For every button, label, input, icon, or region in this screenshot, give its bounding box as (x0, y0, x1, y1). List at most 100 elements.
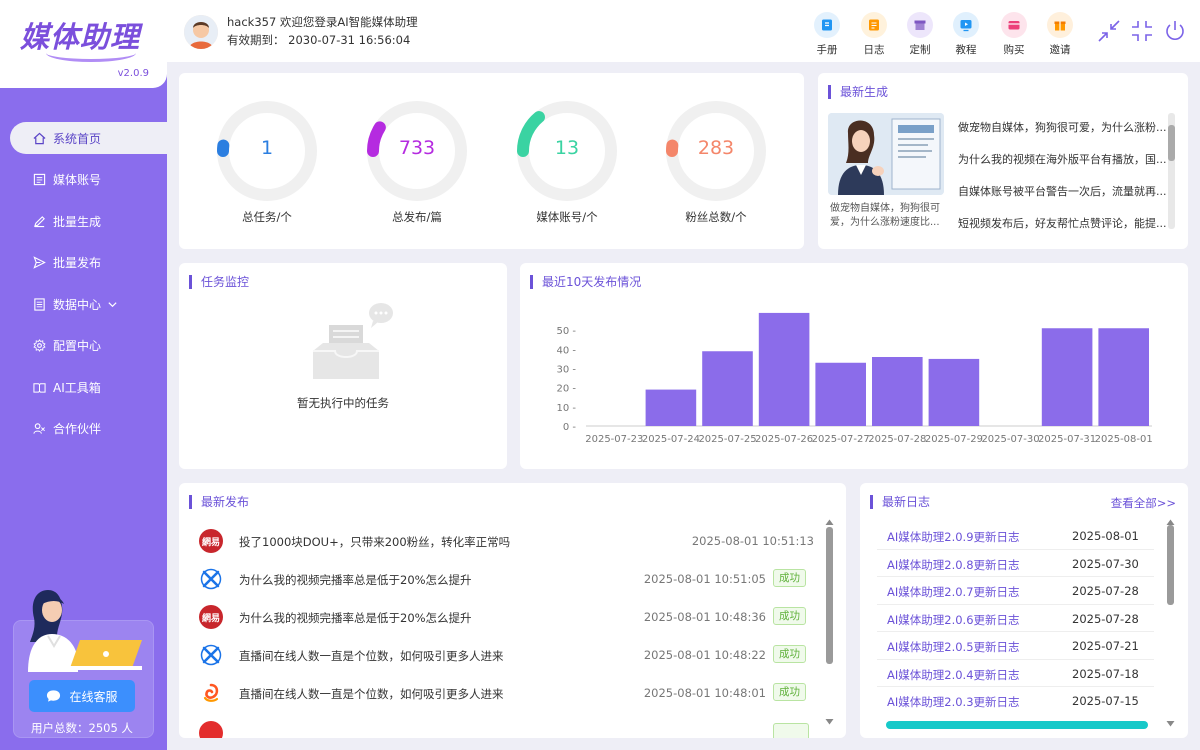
sidebar-item-data-center[interactable]: 数据中心 (10, 288, 167, 320)
publish-title: 为什么我的视频完播率总是低于20%怎么提升 (239, 611, 472, 625)
sidebar-item-label: 配置中心 (53, 339, 102, 353)
sidebar-item-media-accounts[interactable]: 媒体账号 (10, 164, 167, 196)
card-title: 任务监控 (189, 275, 249, 289)
log-date: 2025-07-15 (1072, 694, 1139, 708)
chart-bar (872, 357, 923, 426)
publish-chart-card: 最近10天发布情况 0 -10 -20 -30 -40 -50 -2025-07… (520, 263, 1188, 469)
publish-row[interactable]: 直播间在线人数一直是个位数，如何吸引更多人进来 2025-08-01 10:48… (199, 675, 814, 713)
stat-value: 733 (398, 137, 436, 159)
stat-label: 媒体账号/个 (536, 210, 598, 224)
latest-item[interactable]: 为什么我的视频在海外版平台有播放，国... (958, 151, 1168, 183)
sidebar-item-label: 合作伙伴 (53, 422, 102, 436)
log-row[interactable]: AI媒体助理2.0.9更新日志 2025-08-01 (877, 522, 1154, 550)
stat-total-tasks: 1 总任务/个 (212, 101, 322, 227)
view-all-link[interactable]: 查看全部>> (1111, 495, 1176, 511)
chart-bar (645, 389, 697, 426)
latest-generated-card: 最新生成 做宠物自媒体，狗狗很可爱，为什么涨粉速度比... 做宠物自媒体，狗狗很… (818, 73, 1188, 249)
shrink-icon[interactable] (1129, 18, 1155, 44)
log-row[interactable]: AI媒体助理2.0.8更新日志 2025-07-30 (877, 550, 1154, 577)
scroll-down-arrow-icon[interactable] (1166, 717, 1175, 727)
stat-label: 总发布/篇 (392, 210, 442, 224)
log-row[interactable]: AI媒体助理2.0.6更新日志 2025-07-28 (877, 605, 1154, 632)
scroll-up-arrow-icon[interactable] (1166, 515, 1175, 525)
chart-bar (758, 312, 810, 426)
stats-card: 1 总任务/个 733 总发布/篇 13 媒体账号/个 283 粉丝总数/个 (179, 73, 804, 249)
sidebar-item-ai-toolbox[interactable]: AI工具箱 (10, 371, 167, 403)
publish-row[interactable]: 直播间在线人数一直是个位数，如何吸引更多人进来 2025-08-01 10:48… (199, 637, 814, 675)
scroll-up-arrow-icon[interactable] (825, 515, 834, 525)
stat-value: 13 (554, 137, 580, 159)
scroll-thumb[interactable] (826, 527, 833, 664)
welcome-text: hack357 欢迎您登录AI智能媒体助理 (227, 15, 418, 29)
stat-total-posts: 733 总发布/篇 (362, 101, 472, 227)
publish-scrollbar[interactable] (826, 527, 833, 715)
card-title: 最新日志 (870, 495, 930, 509)
latest-scrollbar[interactable] (1168, 113, 1175, 229)
partner-icon (32, 422, 46, 436)
scroll-thumb[interactable] (1168, 125, 1175, 161)
publish-title: 直播间在线人数一直是个位数，如何吸引更多人进来 (239, 687, 504, 701)
log-name: AI媒体助理2.0.6更新日志 (887, 612, 1020, 627)
x-tick-label: 2025-07-24 (642, 434, 700, 445)
netease-icon: 網易 (199, 529, 223, 553)
status-badge-partial (773, 723, 809, 738)
publish-time: 2025-08-01 10:48:01 (643, 686, 766, 700)
toolbar-tutorial-button[interactable]: 教程 (946, 12, 986, 57)
logs-scrollbar[interactable] (1167, 525, 1174, 715)
publish-bar-chart: 0 -10 -20 -30 -40 -50 -2025-07-232025-07… (556, 312, 1153, 445)
chevron-down-icon (107, 299, 118, 310)
log-row[interactable]: AI媒体助理2.0.7更新日志 2025-07-28 (877, 577, 1154, 605)
toolbar-manual-button[interactable]: 手册 (807, 12, 847, 57)
log-name: AI媒体助理2.0.4更新日志 (887, 667, 1020, 682)
user-avatar[interactable] (184, 15, 218, 49)
sidebar-item-batch-publish[interactable]: 批量发布 (10, 247, 167, 279)
sidebar-item-batch-generate[interactable]: 批量生成 (10, 205, 167, 237)
latest-item[interactable]: 做宠物自媒体，狗狗很可爱，为什么涨粉... (958, 119, 1168, 151)
chat-icon (46, 689, 61, 703)
power-icon[interactable] (1162, 18, 1188, 44)
home-icon (32, 131, 46, 145)
scroll-thumb[interactable] (1167, 525, 1174, 605)
status-badge: 成功 (773, 683, 806, 701)
sidebar-item-config-center[interactable]: 配置中心 (10, 330, 167, 362)
latest-item[interactable]: 短视频发布后，好友帮忙点赞评论，能提... (958, 215, 1168, 247)
latest-item[interactable]: 自媒体账号被平台警告一次后，流量就再... (958, 183, 1168, 215)
log-row[interactable]: AI媒体助理2.0.4更新日志 2025-07-18 (877, 660, 1154, 687)
twist-logo-icon (199, 643, 223, 667)
publish-row[interactable]: 網易 为什么我的视频完播率总是低于20%怎么提升 2025-08-01 10:4… (199, 599, 814, 637)
online-support-label: 在线客服 (69, 689, 118, 704)
toolbar-invite-button[interactable]: 邀请 (1040, 12, 1080, 57)
sidebar-item-partners[interactable]: 合作伙伴 (10, 413, 167, 445)
log-icon (861, 12, 887, 38)
toolbar-custom-button[interactable]: 定制 (900, 12, 940, 57)
publish-row[interactable]: 为什么我的视频完播率总是低于20%怎么提升 2025-08-01 10:51:0… (199, 561, 814, 599)
logo-swoosh (46, 44, 136, 62)
x-tick-label: 2025-07-25 (698, 434, 756, 445)
log-date: 2025-07-28 (1072, 584, 1139, 598)
top-header: hack357 欢迎您登录AI智能媒体助理 有效期到： 2030-07-31 1… (167, 0, 1200, 62)
stat-media-accounts: 13 媒体账号/个 (512, 101, 622, 227)
netease-icon: 網易 (199, 605, 223, 629)
log-date: 2025-07-18 (1072, 666, 1139, 681)
publish-title: 直播间在线人数一直是个位数，如何吸引更多人进来 (239, 649, 504, 663)
account-card-icon (32, 173, 46, 187)
collapse-icon[interactable] (1096, 18, 1122, 44)
empty-task-text: 暂无执行中的任务 (297, 396, 389, 410)
log-date: 2025-08-01 (1072, 529, 1139, 543)
log-date: 2025-07-21 (1072, 639, 1139, 653)
sidebar-item-label: AI工具箱 (53, 380, 101, 395)
scroll-down-arrow-icon[interactable] (825, 715, 834, 725)
y-tick-label: 10 - (556, 403, 576, 414)
expire-text: 有效期到： 2030-07-31 16:56:04 (227, 33, 411, 47)
log-row[interactable]: AI媒体助理2.0.5更新日志 2025-07-21 (877, 632, 1154, 660)
log-name: AI媒体助理2.0.8更新日志 (887, 557, 1020, 572)
log-name: AI媒体助理2.0.7更新日志 (887, 585, 1020, 599)
sidebar-item-home[interactable]: 系统首页 (10, 122, 167, 154)
toolbar-purchase-button[interactable]: 购买 (994, 12, 1034, 57)
latest-thumbnail[interactable] (828, 113, 944, 195)
sidebar: 媒体助理 v2.0.9 系统首页 媒体账号 批量生成 批量发布 数据中心 配置中… (0, 0, 167, 750)
log-row[interactable]: AI媒体助理2.0.3更新日志 2025-07-15 (877, 687, 1154, 715)
publish-row[interactable]: 網易 投了1000块DOU+，只带来200粉丝，转化率正常吗 2025-08-0… (199, 523, 814, 561)
online-support-button[interactable]: 在线客服 (29, 680, 135, 712)
toolbar-log-button[interactable]: 日志 (854, 12, 894, 57)
